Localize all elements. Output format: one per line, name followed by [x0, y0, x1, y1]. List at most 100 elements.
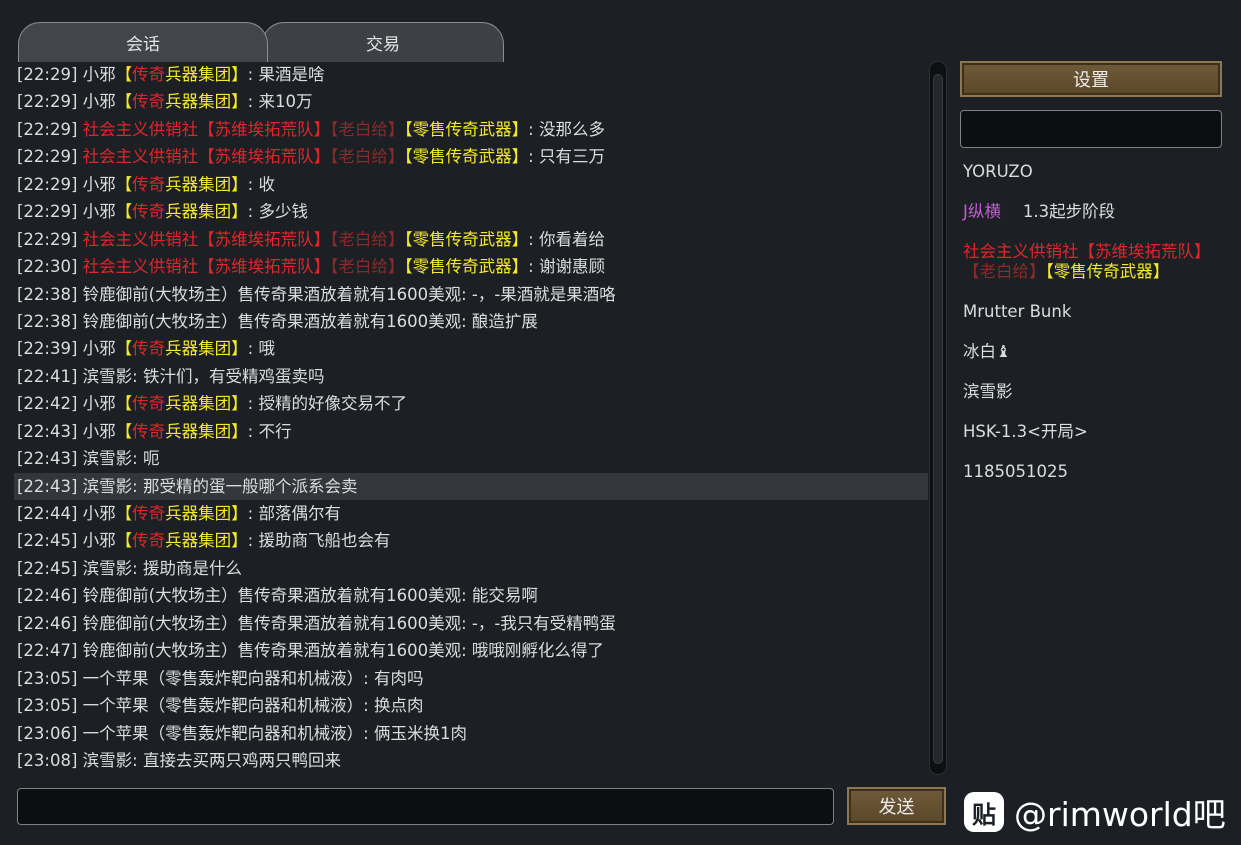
message-segment: 【 — [115, 202, 133, 222]
chat-message: [22:41] 滨雪影: 铁汁们，有受精鸡蛋卖吗 — [14, 363, 928, 390]
message-segment: 兵器集团】 — [165, 531, 248, 551]
message-segment: [22:29] — [17, 229, 83, 249]
message-segment: : 不行 — [247, 421, 292, 441]
player-search-input[interactable] — [960, 110, 1222, 148]
message-segment: 社会主义供销社【苏维埃拓荒队】 — [82, 257, 331, 277]
tab-conversation[interactable]: 会话 — [18, 22, 268, 62]
player-list-item[interactable]: 滨雪影 — [963, 382, 1213, 402]
chat-message: [22:43] 滨雪影: 那受精的蛋一般哪个派系会卖 — [14, 472, 928, 500]
message-segment: 传奇 — [132, 394, 166, 414]
player-name: 滨雪影 — [963, 382, 1013, 401]
player-name: 1185051025 — [963, 462, 1068, 481]
chat-message: [22:42] 小邪【传奇兵器集团】: 授精的好像交易不了 — [14, 390, 928, 417]
message-segment: 传奇 — [132, 65, 166, 84]
player-name: ♝ — [996, 342, 1011, 361]
chat-log: [22:29] 小邪【传奇兵器集团】: 果酒是啥 [22:29] 小邪【传奇兵器集… — [14, 61, 928, 779]
message-segment: 兵器集团】 — [165, 339, 248, 359]
player-name: HSK-1.3<开局> — [963, 422, 1088, 441]
message-segment: : 只有三万 — [528, 147, 605, 167]
chat-message: [22:29] 社会主义供销社【苏维埃拓荒队】【老白给】【零售传奇武器】: 没那… — [14, 116, 928, 143]
message-segment: 兵器集团】 — [165, 421, 248, 441]
message-segment: [22:43] 滨雪影: 那受精的蛋一般哪个派系会卖 — [17, 476, 358, 496]
message-segment: [22:43] 小邪 — [17, 421, 116, 441]
message-segment: 传奇 — [132, 531, 166, 551]
message-segment: [22:39] 小邪 — [17, 339, 116, 359]
message-segment: [22:30] — [17, 257, 83, 277]
player-list-item[interactable]: Mrutter Bunk — [963, 302, 1213, 322]
message-segment: 【零售传奇武器】 — [404, 257, 529, 277]
chat-tabs: 会话 交易 — [18, 22, 504, 62]
message-segment: : 谢谢惠顾 — [528, 257, 605, 277]
scrollbar-thumb[interactable] — [933, 74, 943, 764]
player-list-item[interactable]: 冰白♝ — [963, 342, 1213, 362]
message-segment: [22:46] 铃鹿御前(大牧场主）售传奇果酒放着就有1600美观: 能交易啊 — [17, 586, 538, 606]
message-segment: : 收 — [247, 174, 275, 194]
message-segment: 【零售传奇武器】 — [404, 229, 529, 249]
message-segment: 传奇 — [132, 174, 166, 194]
message-segment: 传奇 — [132, 92, 166, 112]
chat-message: [22:30] 社会主义供销社【苏维埃拓荒队】【老白给】【零售传奇武器】: 谢谢… — [14, 253, 928, 280]
message-segment: 社会主义供销社【苏维埃拓荒队】 — [82, 119, 331, 139]
chat-message: [22:45] 滨雪影: 援助商是什么 — [14, 555, 928, 582]
message-segment: [23:06] 一个苹果（零售轰炸靶向器和机械液）: 俩玉米换1肉 — [17, 723, 467, 743]
message-segment: 兵器集团】 — [165, 394, 248, 414]
message-segment: 【 — [115, 92, 133, 112]
player-name: 冰白 — [963, 342, 996, 361]
message-segment: 【老白给】 — [330, 147, 405, 167]
message-segment: 传奇 — [132, 339, 166, 359]
message-segment: 传奇 — [132, 421, 166, 441]
player-list-item[interactable]: YORUZO — [963, 162, 1213, 182]
chat-message: [22:47] 铃鹿御前(大牧场主）售传奇果酒放着就有1600美观: 哦哦刚孵化… — [14, 637, 928, 664]
player-list-item[interactable]: 1185051025 — [963, 462, 1213, 482]
message-segment: 【 — [115, 174, 133, 194]
player-name: 社会主义供销社【苏维埃拓荒队】 — [963, 242, 1211, 261]
chat-message: [22:38] 铃鹿御前(大牧场主）售传奇果酒放着就有1600美观: -，-果酒… — [14, 281, 928, 308]
message-segment: [22:41] 滨雪影: 铁汁们，有受精鸡蛋卖吗 — [17, 366, 325, 386]
message-segment: [22:29] 小邪 — [17, 65, 116, 84]
message-segment: : 没那么多 — [528, 119, 605, 139]
player-list-item[interactable]: HSK-1.3<开局> — [963, 422, 1213, 442]
message-segment: [22:45] 滨雪影: 援助商是什么 — [17, 558, 242, 578]
chat-message: [23:05] 一个苹果（零售轰炸靶向器和机械液）: 有肉吗 — [14, 665, 928, 692]
player-list-item[interactable]: J纵横 1.3起步阶段 — [963, 202, 1213, 222]
message-segment: 兵器集团】 — [165, 174, 248, 194]
settings-button[interactable]: 设置 — [960, 61, 1222, 97]
player-status: 1.3起步阶段 — [1022, 202, 1116, 221]
message-segment: 社会主义供销社【苏维埃拓荒队】 — [82, 229, 331, 249]
message-segment: : 哦 — [247, 339, 275, 359]
message-segment: 【零售传奇武器】 — [404, 147, 529, 167]
message-segment: : 来10万 — [247, 92, 313, 112]
tab-trade[interactable]: 交易 — [262, 22, 504, 62]
message-segment: 【 — [115, 339, 133, 359]
player-list-item[interactable]: 社会主义供销社【苏维埃拓荒队】【老白给】【零售传奇武器】 — [963, 242, 1213, 282]
message-segment: [22:29] — [17, 147, 83, 167]
player-list: YORUZO J纵横 1.3起步阶段社会主义供销社【苏维埃拓荒队】【老白给】【零售传… — [963, 162, 1213, 502]
message-segment: [22:47] 铃鹿御前(大牧场主）售传奇果酒放着就有1600美观: 哦哦刚孵化… — [17, 641, 604, 661]
watermark: 贴 @rimworld吧 — [964, 790, 1226, 834]
player-name: Mrutter Bunk — [963, 302, 1072, 321]
chat-message: [22:29] 社会主义供销社【苏维埃拓荒队】【老白给】【零售传奇武器】: 只有… — [14, 143, 928, 170]
message-segment: [22:29] 小邪 — [17, 174, 116, 194]
chat-message: [22:29] 社会主义供销社【苏维埃拓荒队】【老白给】【零售传奇武器】: 你看… — [14, 226, 928, 253]
message-segment: : 援助商飞船也会有 — [247, 531, 391, 551]
tieba-logo-icon: 贴 — [964, 792, 1004, 832]
chat-message: [23:08] 滨雪影: 直接去买两只鸡两只鸭回来 — [14, 747, 928, 774]
chat-message: [22:45] 小邪【传奇兵器集团】: 援助商飞船也会有 — [14, 527, 928, 554]
chat-message: [22:38] 铃鹿御前(大牧场主）售传奇果酒放着就有1600美观: 酿造扩展 — [14, 308, 928, 335]
chat-input[interactable] — [17, 788, 834, 825]
message-segment: [23:05] 一个苹果（零售轰炸靶向器和机械液）: 有肉吗 — [17, 668, 424, 688]
message-segment: 传奇 — [132, 202, 166, 222]
message-segment: 兵器集团】 — [165, 202, 248, 222]
chat-message: [23:06] 一个苹果（零售轰炸靶向器和机械液）: 俩玉米换1肉 — [14, 720, 928, 747]
message-segment: 兵器集团】 — [165, 504, 248, 523]
chat-scrollbar[interactable] — [929, 61, 947, 775]
player-name: YORUZO — [963, 162, 1033, 181]
chat-message: [22:39] 小邪【传奇兵器集团】: 哦 — [14, 335, 928, 362]
message-segment: 【 — [115, 504, 133, 523]
message-segment: [22:45] 小邪 — [17, 531, 116, 551]
message-segment: [23:05] 一个苹果（零售轰炸靶向器和机械液）: 换点肉 — [17, 696, 424, 716]
message-segment: 兵器集团】 — [165, 65, 248, 84]
message-segment: [22:29] — [17, 119, 83, 139]
message-segment: 【 — [115, 531, 133, 551]
send-button[interactable]: 发送 — [847, 787, 946, 825]
